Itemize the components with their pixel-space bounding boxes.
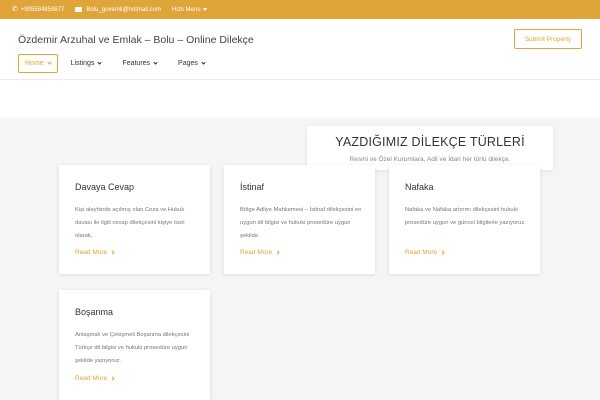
service-card: Davaya Cevap Kişi aleyhinde açılmış olan…	[59, 165, 210, 274]
chevron-down-icon	[97, 60, 103, 65]
site-header: Özdemir Arzuhal ve Emlak – Bolu – Online…	[0, 19, 600, 80]
hero-band	[0, 80, 600, 118]
read-more-link[interactable]: Read More	[75, 375, 115, 382]
phone-number: +905584859877	[20, 6, 65, 13]
chevron-right-icon	[110, 250, 115, 255]
site-title[interactable]: Özdemir Arzuhal ve Emlak – Bolu – Online…	[18, 34, 254, 46]
read-more-label: Read More	[405, 249, 438, 256]
section-heading: YAZDIĞIMIZ DİLEKÇE TÜRLERİ Resmi ve Özel…	[307, 126, 553, 170]
read-more-label: Read More	[75, 375, 108, 382]
nav-item-pages[interactable]: Pages	[170, 54, 213, 73]
caret-down-icon	[202, 8, 207, 11]
submit-property-button[interactable]: Submit Property	[514, 29, 582, 49]
service-card: Nafaka Nafaka ve Nafaka artırımı dilekçe…	[389, 165, 540, 274]
service-card: Boşanma Anlaşmalı ve Çekişmeli Boşanma d…	[59, 290, 210, 400]
read-more-link[interactable]: Read More	[405, 249, 445, 256]
chevron-right-icon	[275, 250, 280, 255]
quick-menu-dropdown[interactable]: Hızlı Menu	[172, 7, 207, 13]
nav-item-label: Pages	[178, 60, 198, 67]
chevron-down-icon	[47, 60, 52, 65]
nav-item-features[interactable]: Features	[114, 54, 165, 73]
top-bar: ✆ +905584859877 Bolu_govemli@hotmail.com…	[0, 0, 600, 19]
chevron-right-icon	[440, 250, 445, 255]
phone-contact[interactable]: ✆ +905584859877	[12, 6, 64, 13]
card-text: Anlaşmalı ve Çekişmeli Boşanma dilekçesi…	[75, 332, 190, 364]
email-contact[interactable]: Bolu_govemli@hotmail.com	[75, 6, 161, 13]
card-title: Davaya Cevap	[75, 182, 135, 192]
chevron-right-icon	[110, 376, 115, 381]
chevron-down-icon	[201, 60, 206, 65]
envelope-icon	[75, 7, 83, 12]
card-text: Bölge Adliye Mahkemesi – İstinaf dilekçe…	[240, 207, 362, 239]
read-more-link[interactable]: Read More	[75, 249, 115, 256]
chevron-down-icon	[153, 60, 158, 65]
read-more-label: Read More	[240, 249, 273, 256]
nav-item-label: Listings	[70, 60, 95, 67]
section-title: YAZDIĞIMIZ DİLEKÇE TÜRLERİ	[335, 135, 525, 149]
card-title: Boşanma	[75, 307, 114, 317]
phone-icon: ✆	[12, 6, 18, 13]
service-card: İstinaf Bölge Adliye Mahkemesi – İstinaf…	[224, 165, 375, 274]
card-text: Nafaka ve Nafaka artırımı dilekçesini hu…	[405, 207, 526, 226]
nav-item-label: Features	[122, 60, 151, 67]
quick-menu-label: Hızlı Menu	[171, 6, 201, 13]
section-subtitle: Resmi ve Özel Kurumlara, Adli ve İdari h…	[349, 156, 511, 163]
read-more-label: Read More	[75, 249, 108, 256]
card-title: Nafaka	[405, 182, 434, 192]
email-address: Bolu_govemli@hotmail.com	[86, 6, 161, 13]
nav-item-listings[interactable]: Listings	[63, 54, 110, 73]
card-title: İstinaf	[240, 182, 265, 192]
main-nav: Home Listings Features Pages	[18, 54, 218, 73]
nav-item-home[interactable]: Home	[18, 54, 58, 73]
nav-item-label: Home	[25, 60, 44, 67]
card-text: Kişi aleyhinde açılmış olan Ceza ve Huku…	[75, 207, 185, 239]
read-more-link[interactable]: Read More	[240, 249, 280, 256]
